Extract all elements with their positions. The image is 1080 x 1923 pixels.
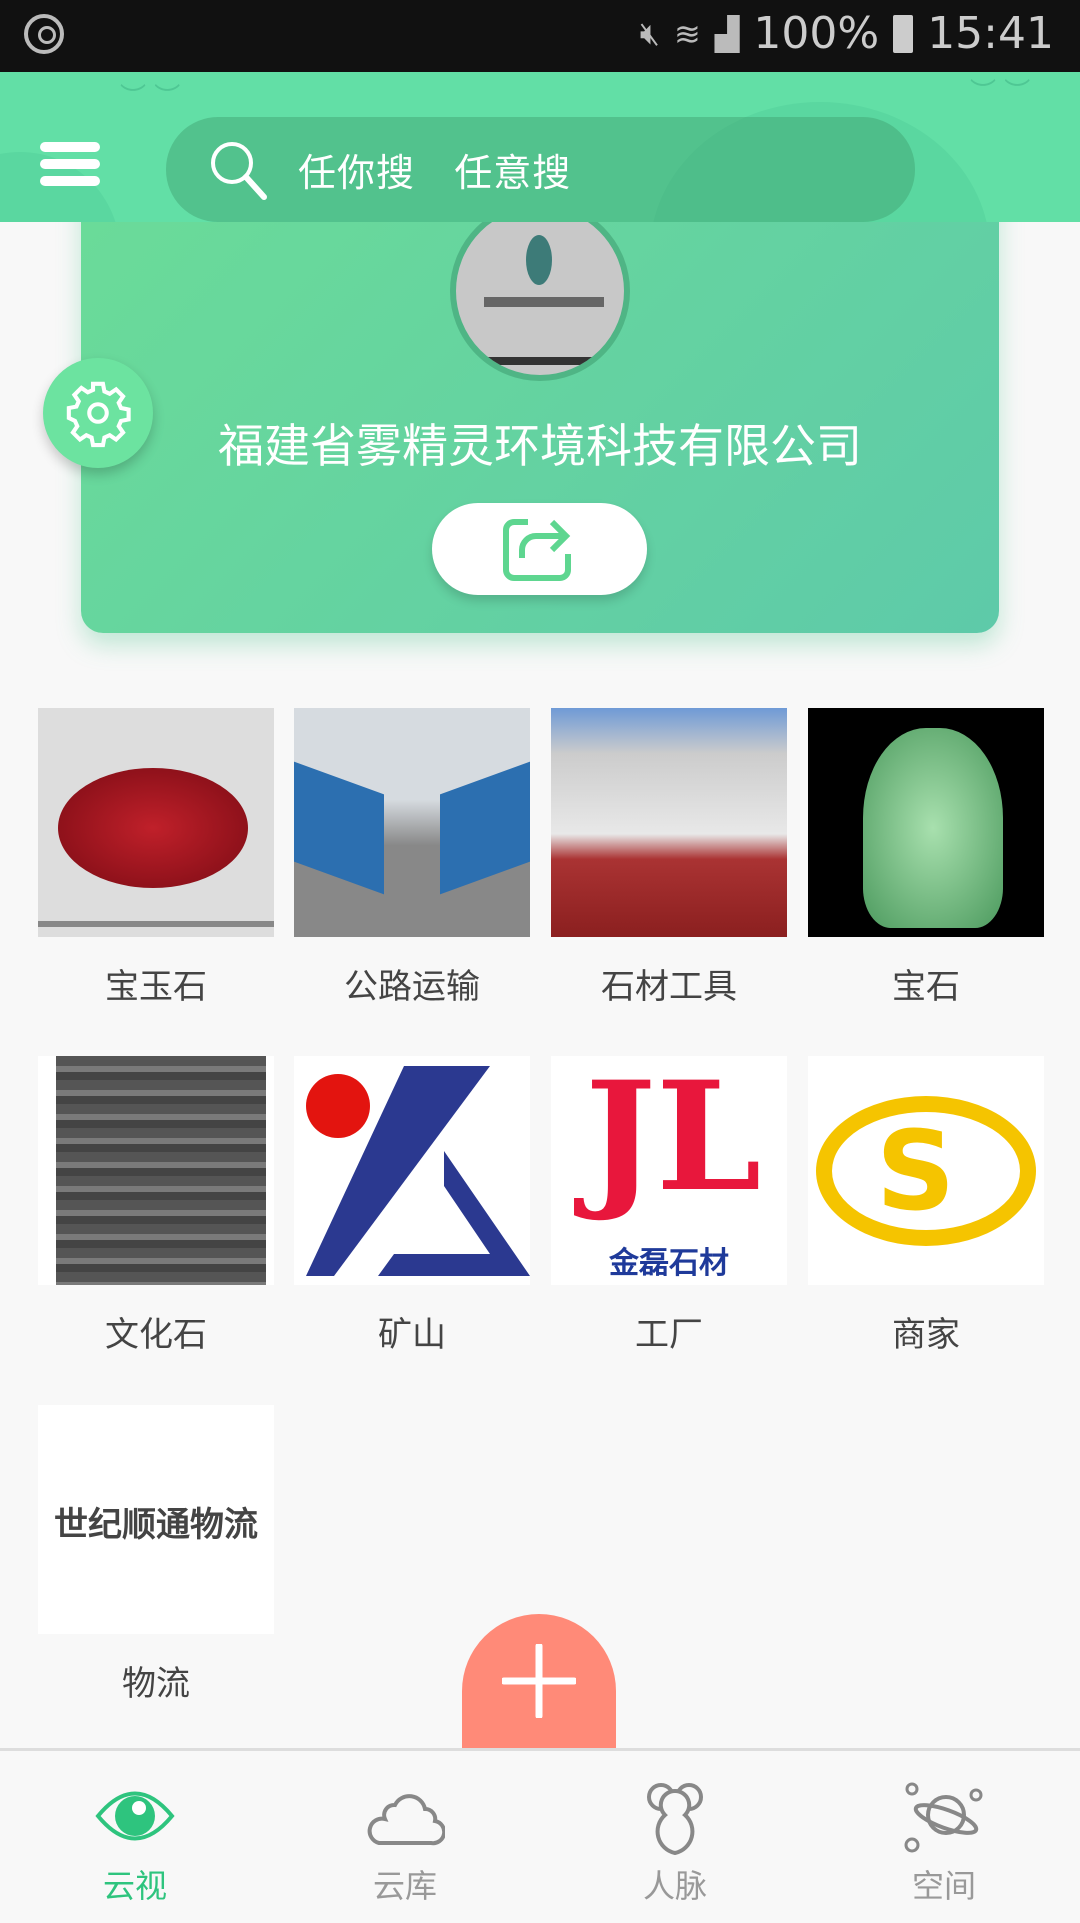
factory-logo-text: 金磊石材 xyxy=(609,1246,729,1281)
category-image: 世纪顺通物流 xyxy=(38,1405,274,1634)
company-avatar[interactable] xyxy=(450,201,630,381)
company-name: 福建省雾精灵环境科技有限公司 xyxy=(218,419,862,473)
search-bar[interactable]: 任你搜 任意搜 xyxy=(166,117,915,222)
bottom-nav: 云视 云库 人脉 空间 xyxy=(0,1748,1080,1920)
eye-icon xyxy=(95,1791,175,1841)
logistics-image-text: 世纪顺通物流 xyxy=(54,1505,258,1545)
clock: 15:41 xyxy=(927,8,1054,59)
mute-icon: 🔇︎ xyxy=(639,14,660,52)
category-label: 物流 xyxy=(122,1664,190,1704)
menu-button[interactable] xyxy=(40,142,100,186)
category-tile-culture-stone[interactable]: 文化石 xyxy=(38,1056,274,1356)
search-placeholder: 任你搜 任意搜 xyxy=(298,151,572,195)
sync-icon xyxy=(24,14,64,54)
category-label: 矿山 xyxy=(378,1315,446,1355)
wifi-icon: ≋ xyxy=(673,14,701,53)
search-icon xyxy=(211,141,267,200)
category-label: 石材工具 xyxy=(601,967,737,1007)
tab-label: 云视 xyxy=(102,1867,167,1905)
tab-cloud-view[interactable]: 云视 xyxy=(35,1751,235,1923)
category-label: 工厂 xyxy=(635,1315,703,1355)
category-label: 宝石 xyxy=(892,967,960,1007)
category-image xyxy=(294,1056,530,1285)
category-tile-factory[interactable]: JL 金磊石材 工厂 xyxy=(551,1056,787,1356)
category-image xyxy=(38,1056,274,1285)
tab-space[interactable]: 空间 xyxy=(844,1751,1044,1923)
tab-label: 人脉 xyxy=(642,1867,707,1905)
category-image xyxy=(38,708,274,937)
top-header: ︶ ︶ ︶ ︶ 任你搜 任意搜 xyxy=(0,72,1080,222)
category-image xyxy=(551,708,787,937)
tab-label: 空间 xyxy=(911,1867,976,1905)
category-image: S xyxy=(808,1056,1044,1285)
mine-logo xyxy=(306,1066,530,1276)
plus-icon xyxy=(502,1644,576,1718)
bird-decoration: ︶ ︶ xyxy=(120,83,181,113)
share-button[interactable] xyxy=(432,503,647,595)
status-bar: 🔇︎ ≋ ▟ 100% 15:41 xyxy=(0,0,1080,72)
add-button[interactable] xyxy=(462,1614,616,1748)
category-image xyxy=(808,708,1044,937)
planet-icon xyxy=(904,1782,983,1853)
category-tile-road-transport[interactable]: 公路运输 xyxy=(294,708,530,1008)
category-tile-mine[interactable]: 矿山 xyxy=(294,1056,530,1356)
share-icon xyxy=(502,519,571,581)
category-label: 公路运输 xyxy=(344,967,480,1007)
category-tile-gemstone-jade[interactable]: 宝玉石 xyxy=(38,708,274,1008)
battery-icon xyxy=(893,14,914,53)
category-tile-stone-tools[interactable]: 石材工具 xyxy=(551,708,787,1008)
category-tile-merchant[interactable]: S 商家 xyxy=(808,1056,1044,1356)
bird-decoration: ︶ ︶ xyxy=(970,78,1031,108)
category-image xyxy=(294,708,530,937)
category-tile-logistics[interactable]: 世纪顺通物流 物流 xyxy=(38,1405,274,1705)
category-label: 文化石 xyxy=(105,1315,207,1355)
signal-icon: ▟ xyxy=(714,14,740,53)
cloud-icon xyxy=(367,1794,445,1846)
category-label: 商家 xyxy=(892,1315,960,1355)
category-image: JL 金磊石材 xyxy=(551,1056,787,1285)
people-icon xyxy=(647,1783,703,1855)
tab-label: 云库 xyxy=(372,1867,437,1905)
category-tile-gemstone[interactable]: 宝石 xyxy=(808,708,1044,1008)
battery-percent: 100% xyxy=(753,8,880,59)
tab-cloud-library[interactable]: 云库 xyxy=(305,1751,505,1923)
category-label: 宝玉石 xyxy=(105,967,207,1007)
tab-contacts[interactable]: 人脉 xyxy=(575,1751,775,1923)
